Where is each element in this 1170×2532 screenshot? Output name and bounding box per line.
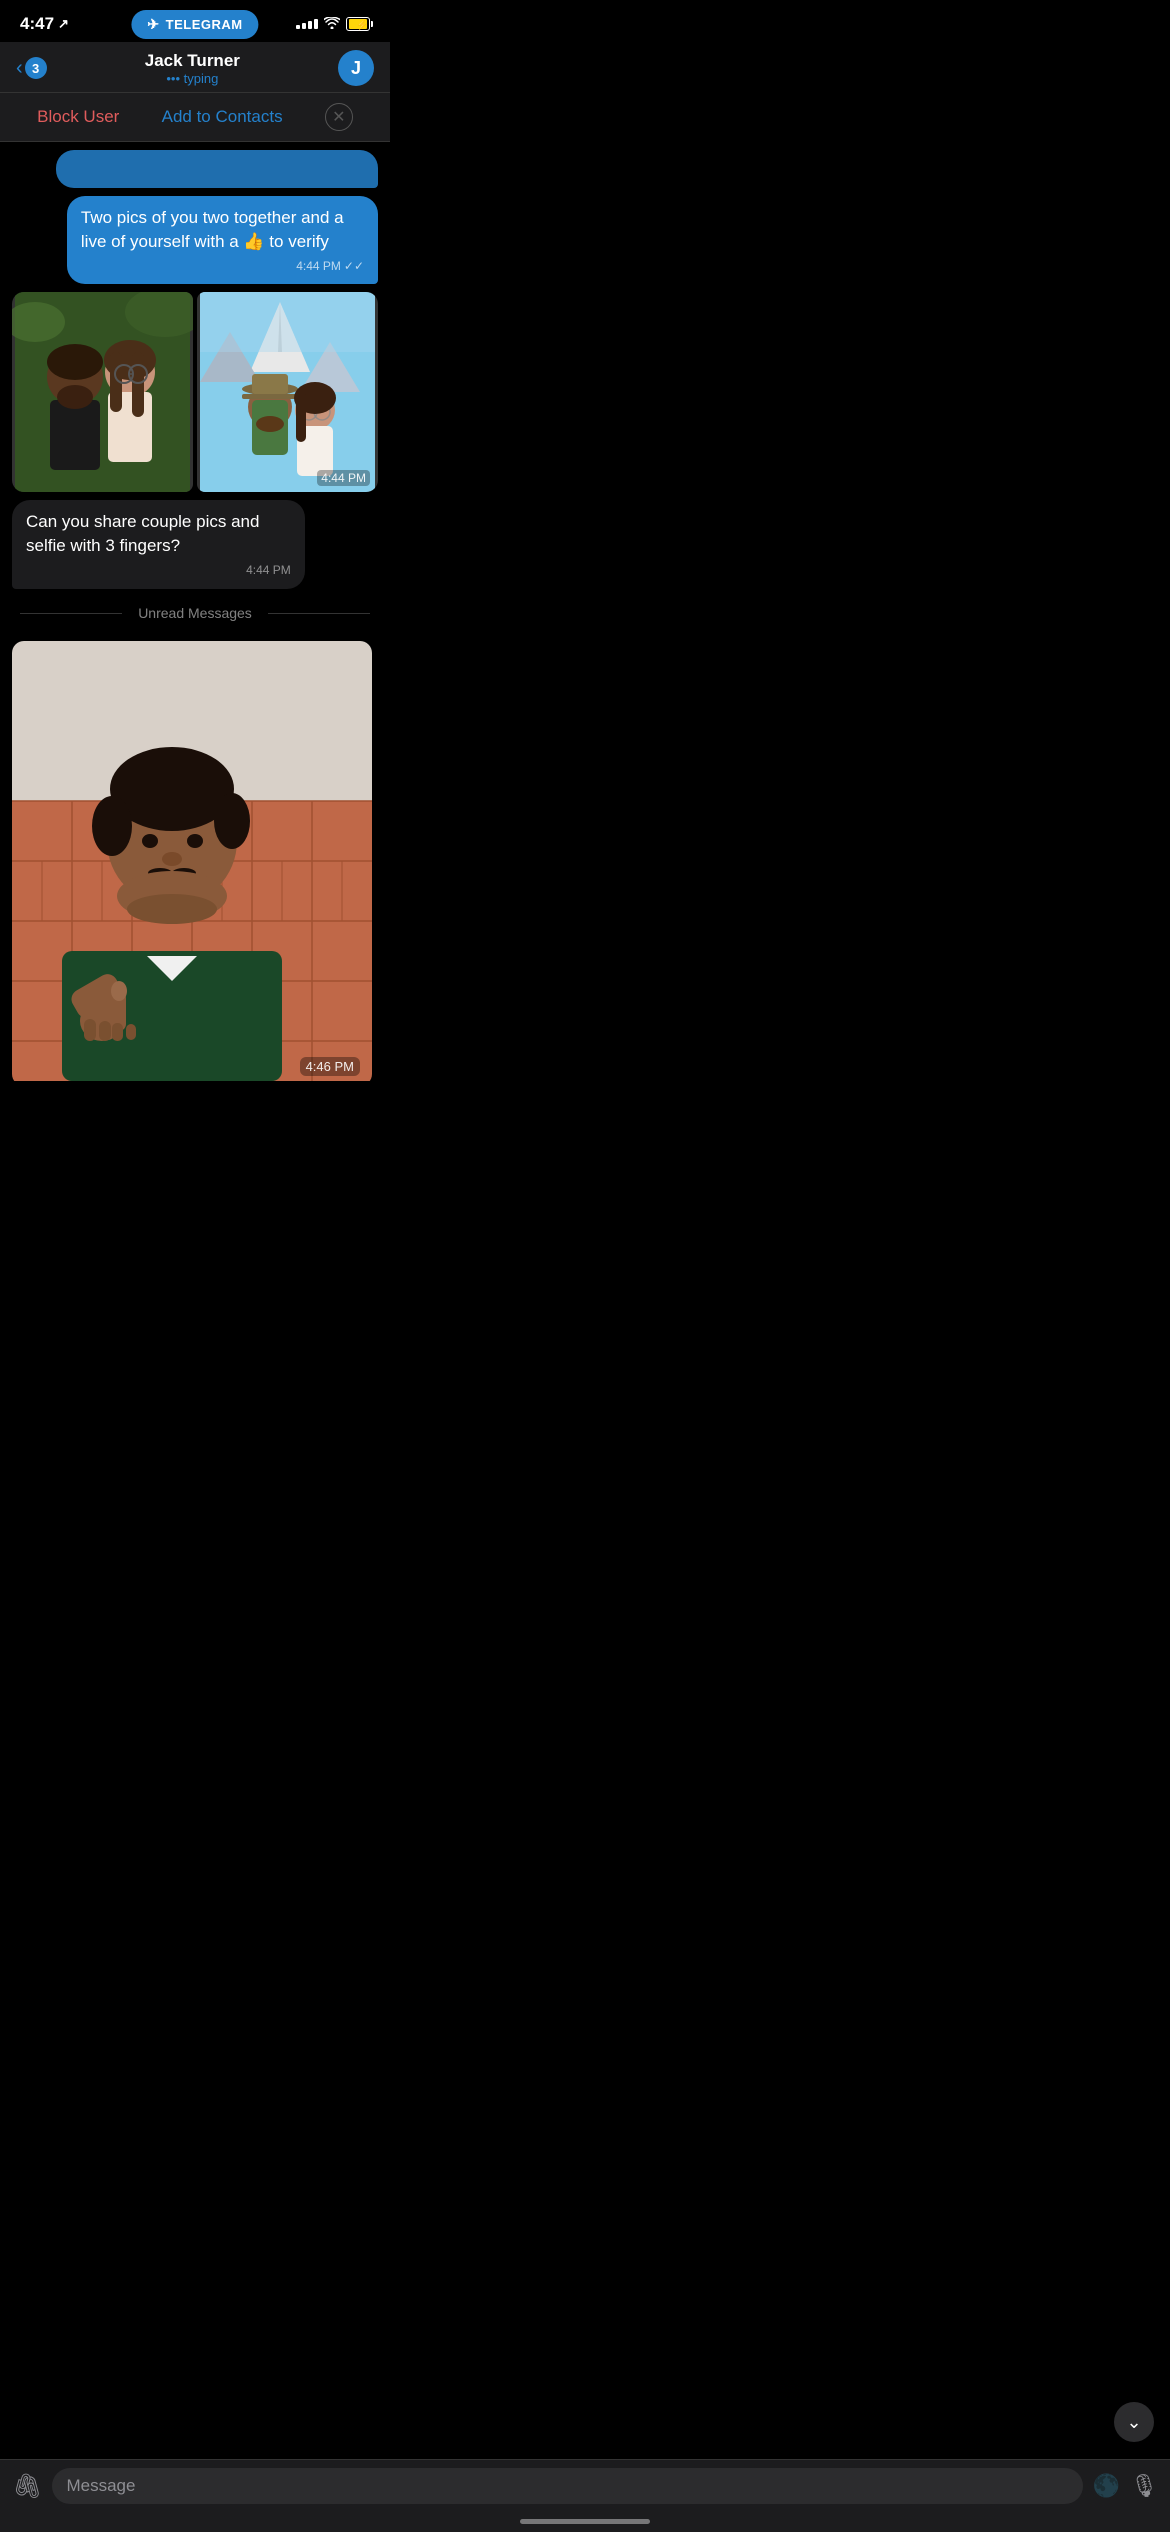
telegram-label: TELEGRAM bbox=[166, 17, 243, 32]
large-photo-time: 4:46 PM bbox=[300, 1057, 360, 1076]
message-text: Two pics of you two together and a live … bbox=[81, 208, 344, 251]
read-checkmarks-icon: ✓✓ bbox=[344, 258, 364, 275]
message-placeholder: Message bbox=[66, 2476, 135, 2495]
telegram-arrow-icon: ✈ bbox=[147, 16, 159, 33]
message-outgoing-verify: Two pics of you two together and a live … bbox=[67, 196, 378, 284]
status-bar: 4:47 ↗ ✈ TELEGRAM ⚡ bbox=[0, 0, 390, 42]
message-text: Can you share couple pics and selfie wit… bbox=[26, 512, 259, 555]
wifi-icon bbox=[324, 16, 340, 32]
battery-icon: ⚡ bbox=[346, 17, 370, 31]
nav-bar: ‹ 3 Jack Turner ••• typing J bbox=[0, 42, 390, 93]
emoji-button[interactable]: 🌑 bbox=[1093, 2473, 1120, 2499]
selfie-photo-message[interactable]: 4:46 PM bbox=[12, 641, 372, 1086]
microphone-button[interactable]: 🎙 bbox=[1130, 2473, 1158, 2499]
charging-bolt-icon: ⚡ bbox=[356, 20, 368, 31]
photos-row: 4:44 PM bbox=[12, 292, 378, 492]
message-time: 4:44 PM bbox=[246, 562, 291, 579]
status-time: 4:47 ↗ bbox=[20, 14, 69, 34]
attach-button[interactable]: 🖇 bbox=[12, 2472, 42, 2501]
contact-avatar[interactable]: J bbox=[338, 50, 374, 86]
telegram-banner[interactable]: ✈ TELEGRAM bbox=[131, 10, 258, 39]
message-input[interactable]: Message bbox=[52, 2468, 1082, 2504]
chevron-down-icon: ⌄ bbox=[1126, 2412, 1141, 2433]
action-bar: Block User Add to Contacts ✕ bbox=[0, 93, 390, 142]
add-to-contacts-button[interactable]: Add to Contacts bbox=[162, 107, 283, 127]
close-action-bar-button[interactable]: ✕ bbox=[325, 103, 353, 131]
photos-time: 4:44 PM bbox=[317, 470, 370, 486]
block-user-button[interactable]: Block User bbox=[37, 107, 119, 127]
couple-photo-2-img bbox=[197, 292, 378, 492]
nav-badge: 3 bbox=[25, 57, 47, 79]
messages-list: Two pics of you two together and a live … bbox=[0, 142, 390, 1098]
nav-center: Jack Turner ••• typing bbox=[145, 51, 240, 86]
selfie-photo-img bbox=[12, 641, 372, 1081]
signal-icon bbox=[296, 19, 318, 29]
time-display: 4:47 bbox=[20, 14, 54, 34]
message-partial bbox=[56, 150, 378, 188]
unread-messages-divider: Unread Messages bbox=[12, 597, 378, 629]
status-right: ⚡ bbox=[296, 16, 370, 32]
photos-message: 4:44 PM bbox=[12, 292, 378, 492]
back-button[interactable]: ‹ 3 bbox=[16, 57, 47, 80]
scroll-down-button[interactable]: ⌄ bbox=[1114, 2402, 1154, 2442]
location-icon: ↗ bbox=[58, 16, 69, 32]
message-time: 4:44 PM bbox=[296, 258, 341, 275]
message-incoming-fingers: Can you share couple pics and selfie wit… bbox=[12, 500, 305, 588]
home-indicator bbox=[520, 2519, 650, 2524]
chat-title[interactable]: Jack Turner bbox=[145, 51, 240, 71]
photo-1[interactable] bbox=[12, 292, 193, 492]
back-chevron-icon: ‹ bbox=[16, 57, 23, 80]
typing-status: ••• typing bbox=[145, 71, 240, 86]
photo-2[interactable]: 4:44 PM bbox=[197, 292, 378, 492]
couple-photo-1-img bbox=[12, 292, 193, 492]
